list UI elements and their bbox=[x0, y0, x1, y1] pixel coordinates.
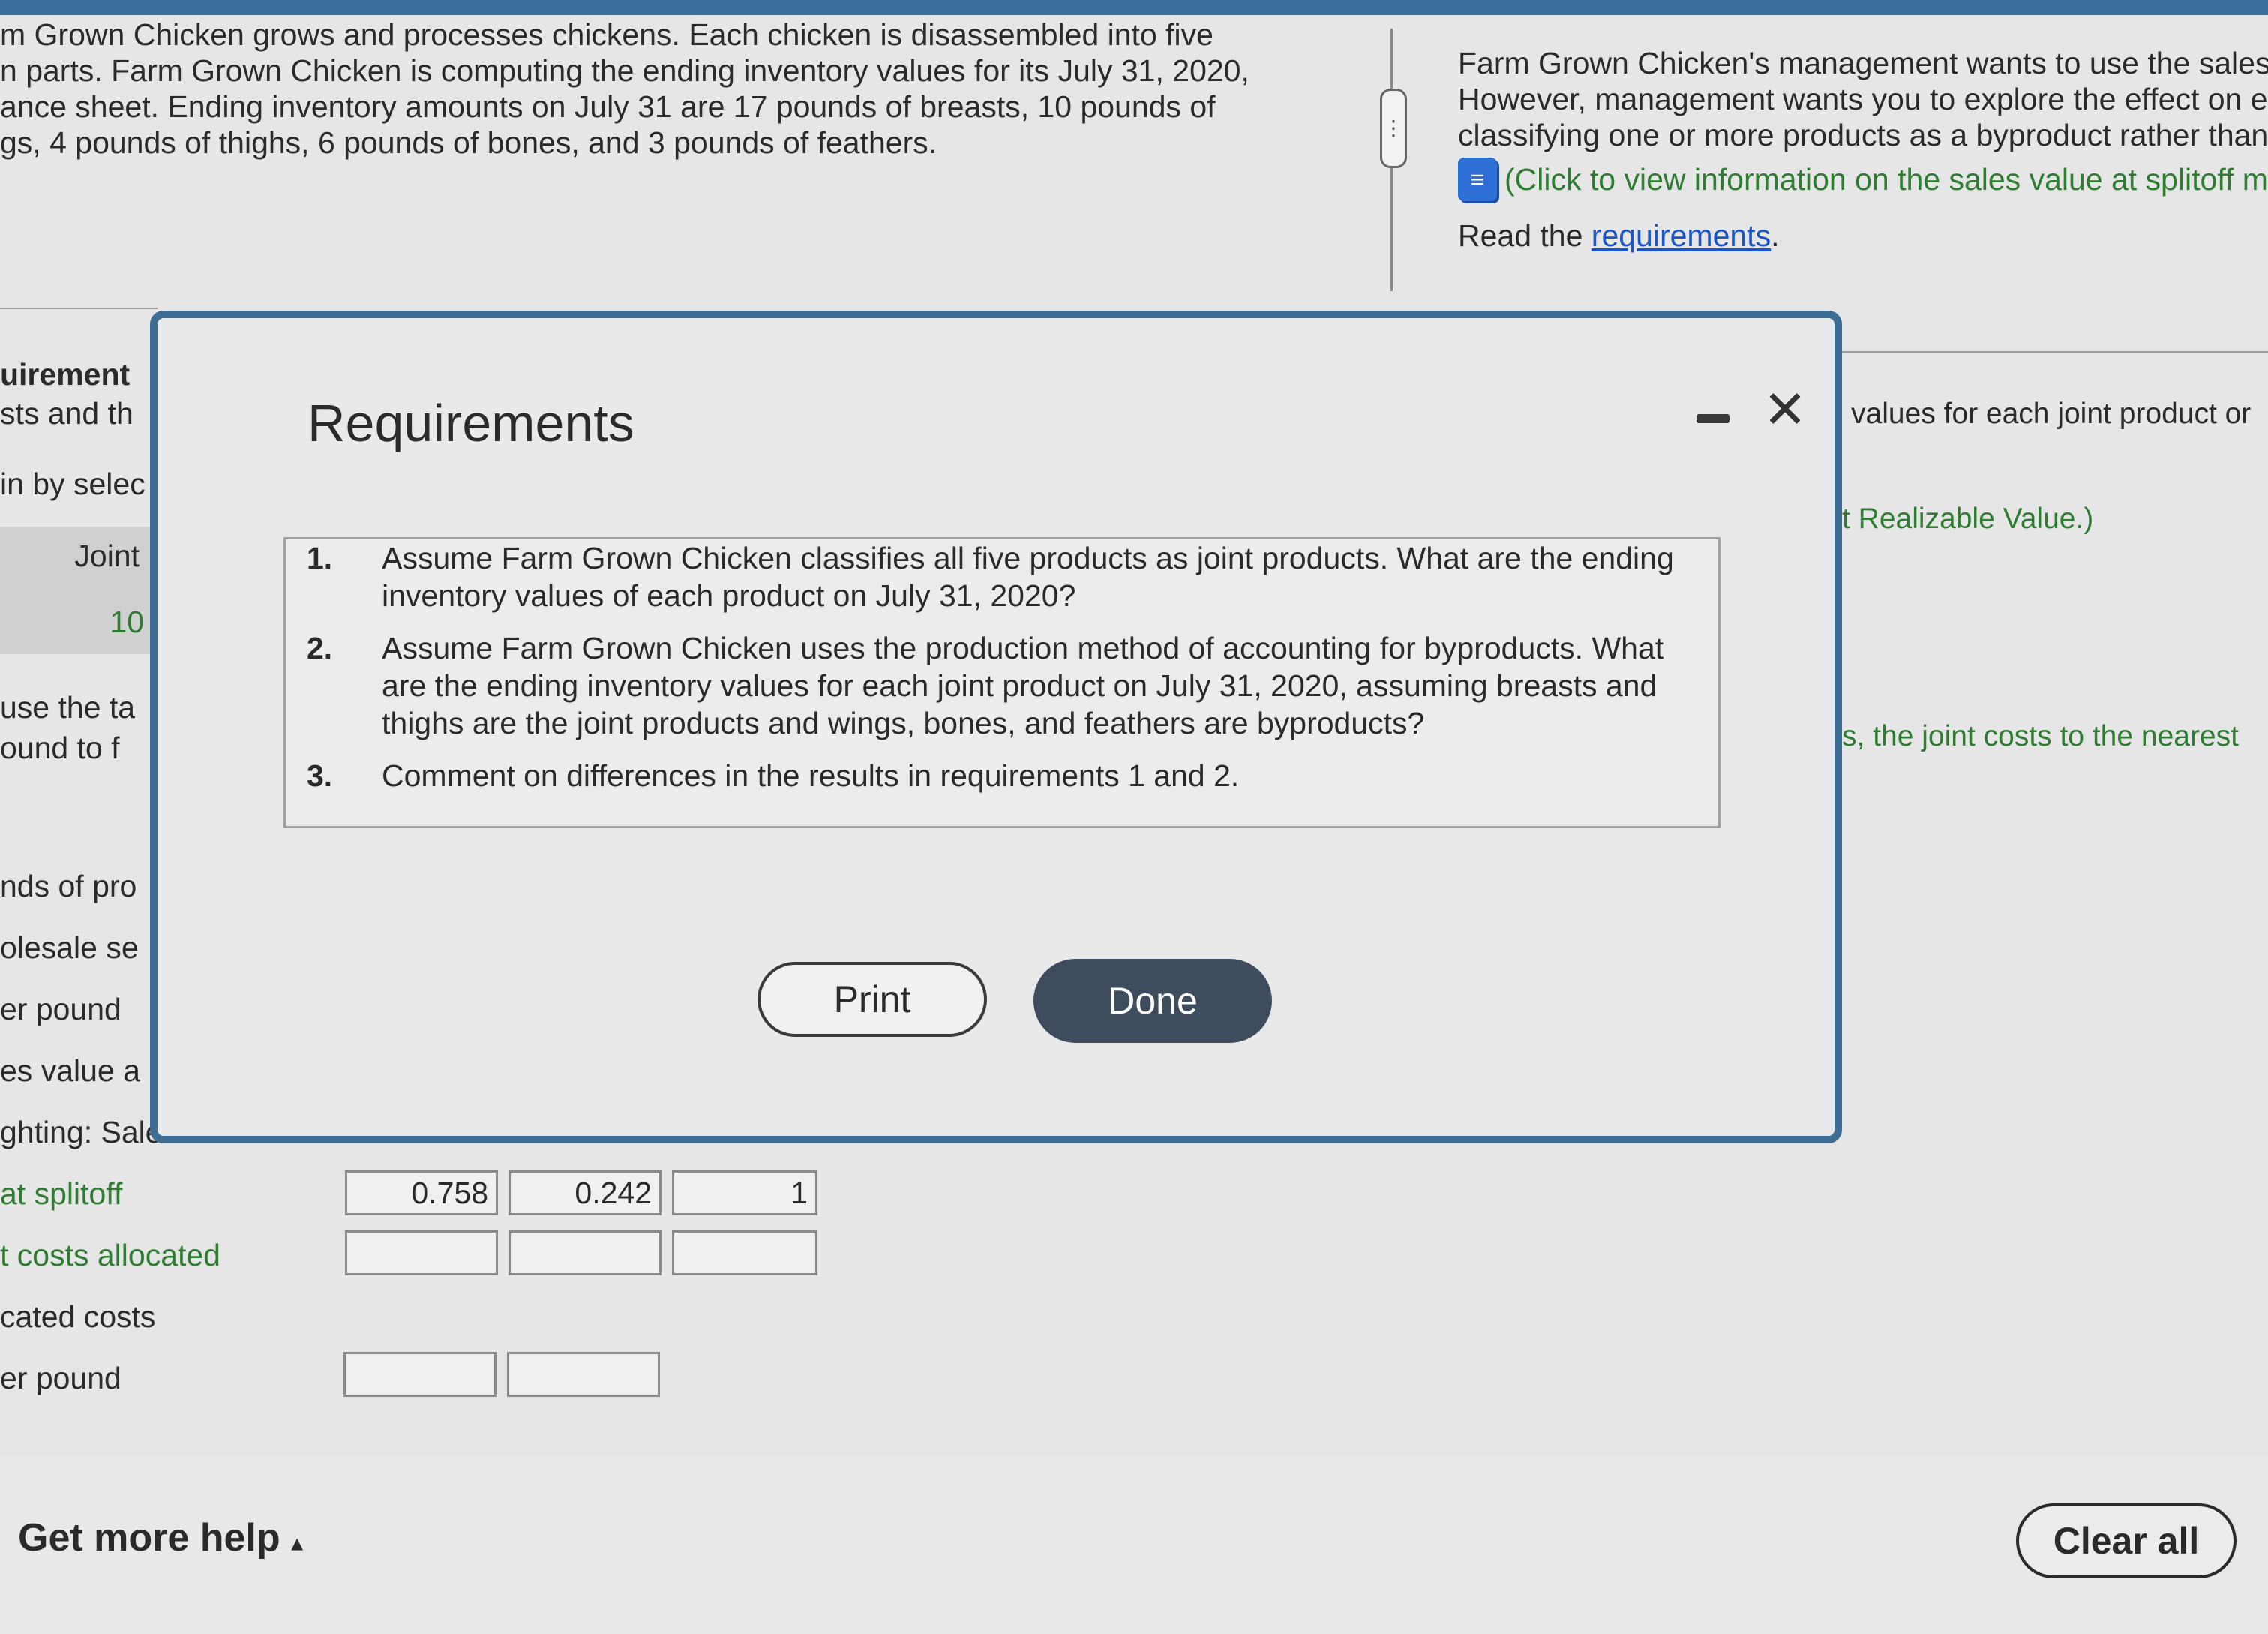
done-button[interactable]: Done bbox=[1034, 959, 1272, 1043]
requirements-link[interactable]: requirements bbox=[1592, 218, 1771, 253]
divider-line bbox=[0, 308, 158, 309]
table-cell: 10 bbox=[110, 605, 144, 639]
close-icon[interactable]: ✕ bbox=[1762, 383, 1808, 436]
answer-input[interactable] bbox=[345, 1230, 498, 1275]
item-number: 1. bbox=[307, 541, 333, 575]
requirements-list: 1. Assume Farm Grown Chicken classifies … bbox=[284, 537, 1720, 828]
problem-line: m Grown Chicken grows and processes chic… bbox=[0, 17, 1214, 52]
problem-line: ance sheet. Ending inventory amounts on … bbox=[0, 89, 1216, 124]
document-icon[interactable]: ≡ bbox=[1458, 158, 1497, 201]
weight-cell: 0.758 bbox=[345, 1170, 498, 1215]
right-line: classifying one or more products as a by… bbox=[1458, 118, 2268, 152]
item-number: 2. bbox=[307, 631, 333, 665]
section-heading: uirement bbox=[0, 357, 130, 392]
left-text: sts and th bbox=[0, 396, 134, 431]
problem-line: n parts. Farm Grown Chicken is computing… bbox=[0, 53, 1250, 88]
table-header-joint: Joint bbox=[74, 539, 140, 573]
answer-input[interactable] bbox=[672, 1230, 818, 1275]
partial-text: t Realizable Value.) bbox=[1842, 503, 2094, 535]
weight-cell: 0.242 bbox=[508, 1170, 662, 1215]
right-panel: Farm Grown Chicken's management wants to… bbox=[1458, 45, 2268, 254]
left-text: ound to f bbox=[0, 731, 120, 765]
problem-text: m Grown Chicken grows and processes chic… bbox=[0, 17, 1305, 161]
footer-bar bbox=[0, 1455, 2268, 1634]
read-requirements-row: Read the requirements. bbox=[1458, 218, 2268, 254]
partial-text: values for each joint product or bbox=[1851, 398, 2252, 430]
print-button[interactable]: Print bbox=[758, 962, 987, 1037]
right-line: However, management wants you to explore… bbox=[1458, 82, 2268, 116]
row-label: olesale se bbox=[0, 930, 139, 965]
item-number: 3. bbox=[307, 758, 333, 793]
item-text: Comment on differences in the results in… bbox=[382, 758, 1240, 793]
read-suffix: . bbox=[1771, 218, 1780, 253]
clear-all-button[interactable]: Clear all bbox=[2016, 1503, 2236, 1578]
drag-handle-icon[interactable]: ⋮ bbox=[1380, 89, 1407, 168]
dialog-title: Requirements bbox=[308, 394, 634, 452]
problem-line: gs, 4 pounds of thighs, 6 pounds of bone… bbox=[0, 125, 938, 160]
row-label: es value a bbox=[0, 1053, 140, 1088]
read-prefix: Read the bbox=[1458, 218, 1592, 253]
answer-input[interactable] bbox=[508, 1230, 662, 1275]
data-link[interactable]: (Click to view information on the sales … bbox=[1504, 161, 2268, 197]
left-text: use the ta bbox=[0, 690, 136, 725]
item-text: Assume Farm Grown Chicken uses the produ… bbox=[382, 631, 1664, 740]
data-link-row[interactable]: ≡ (Click to view information on the sale… bbox=[1458, 158, 2268, 201]
divider-line bbox=[1838, 351, 2268, 353]
answer-input[interactable] bbox=[344, 1352, 496, 1397]
requirements-dialog: Requirements ✕ 1. Assume Farm Grown Chic… bbox=[150, 311, 1842, 1143]
row-label: nds of pro bbox=[0, 869, 137, 903]
row-label: er pound bbox=[0, 1361, 122, 1395]
minimize-icon[interactable] bbox=[1696, 414, 1730, 423]
row-label: at splitoff bbox=[0, 1176, 123, 1211]
answer-input[interactable] bbox=[507, 1352, 660, 1397]
get-more-help-button[interactable]: Get more help ▴ bbox=[18, 1515, 303, 1560]
row-label: t costs allocated bbox=[0, 1238, 220, 1272]
item-text: Assume Farm Grown Chicken classifies all… bbox=[382, 541, 1674, 613]
right-line: Farm Grown Chicken's management wants to… bbox=[1458, 46, 2268, 80]
caret-up-icon: ▴ bbox=[291, 1529, 304, 1556]
weight-total-cell: 1 bbox=[672, 1170, 818, 1215]
left-text: in by selec bbox=[0, 467, 146, 501]
top-bar bbox=[0, 0, 2268, 15]
row-label: cated costs bbox=[0, 1299, 156, 1334]
help-label: Get more help bbox=[18, 1516, 280, 1560]
row-label: er pound bbox=[0, 992, 122, 1026]
partial-text: s, the joint costs to the nearest bbox=[1842, 720, 2239, 752]
